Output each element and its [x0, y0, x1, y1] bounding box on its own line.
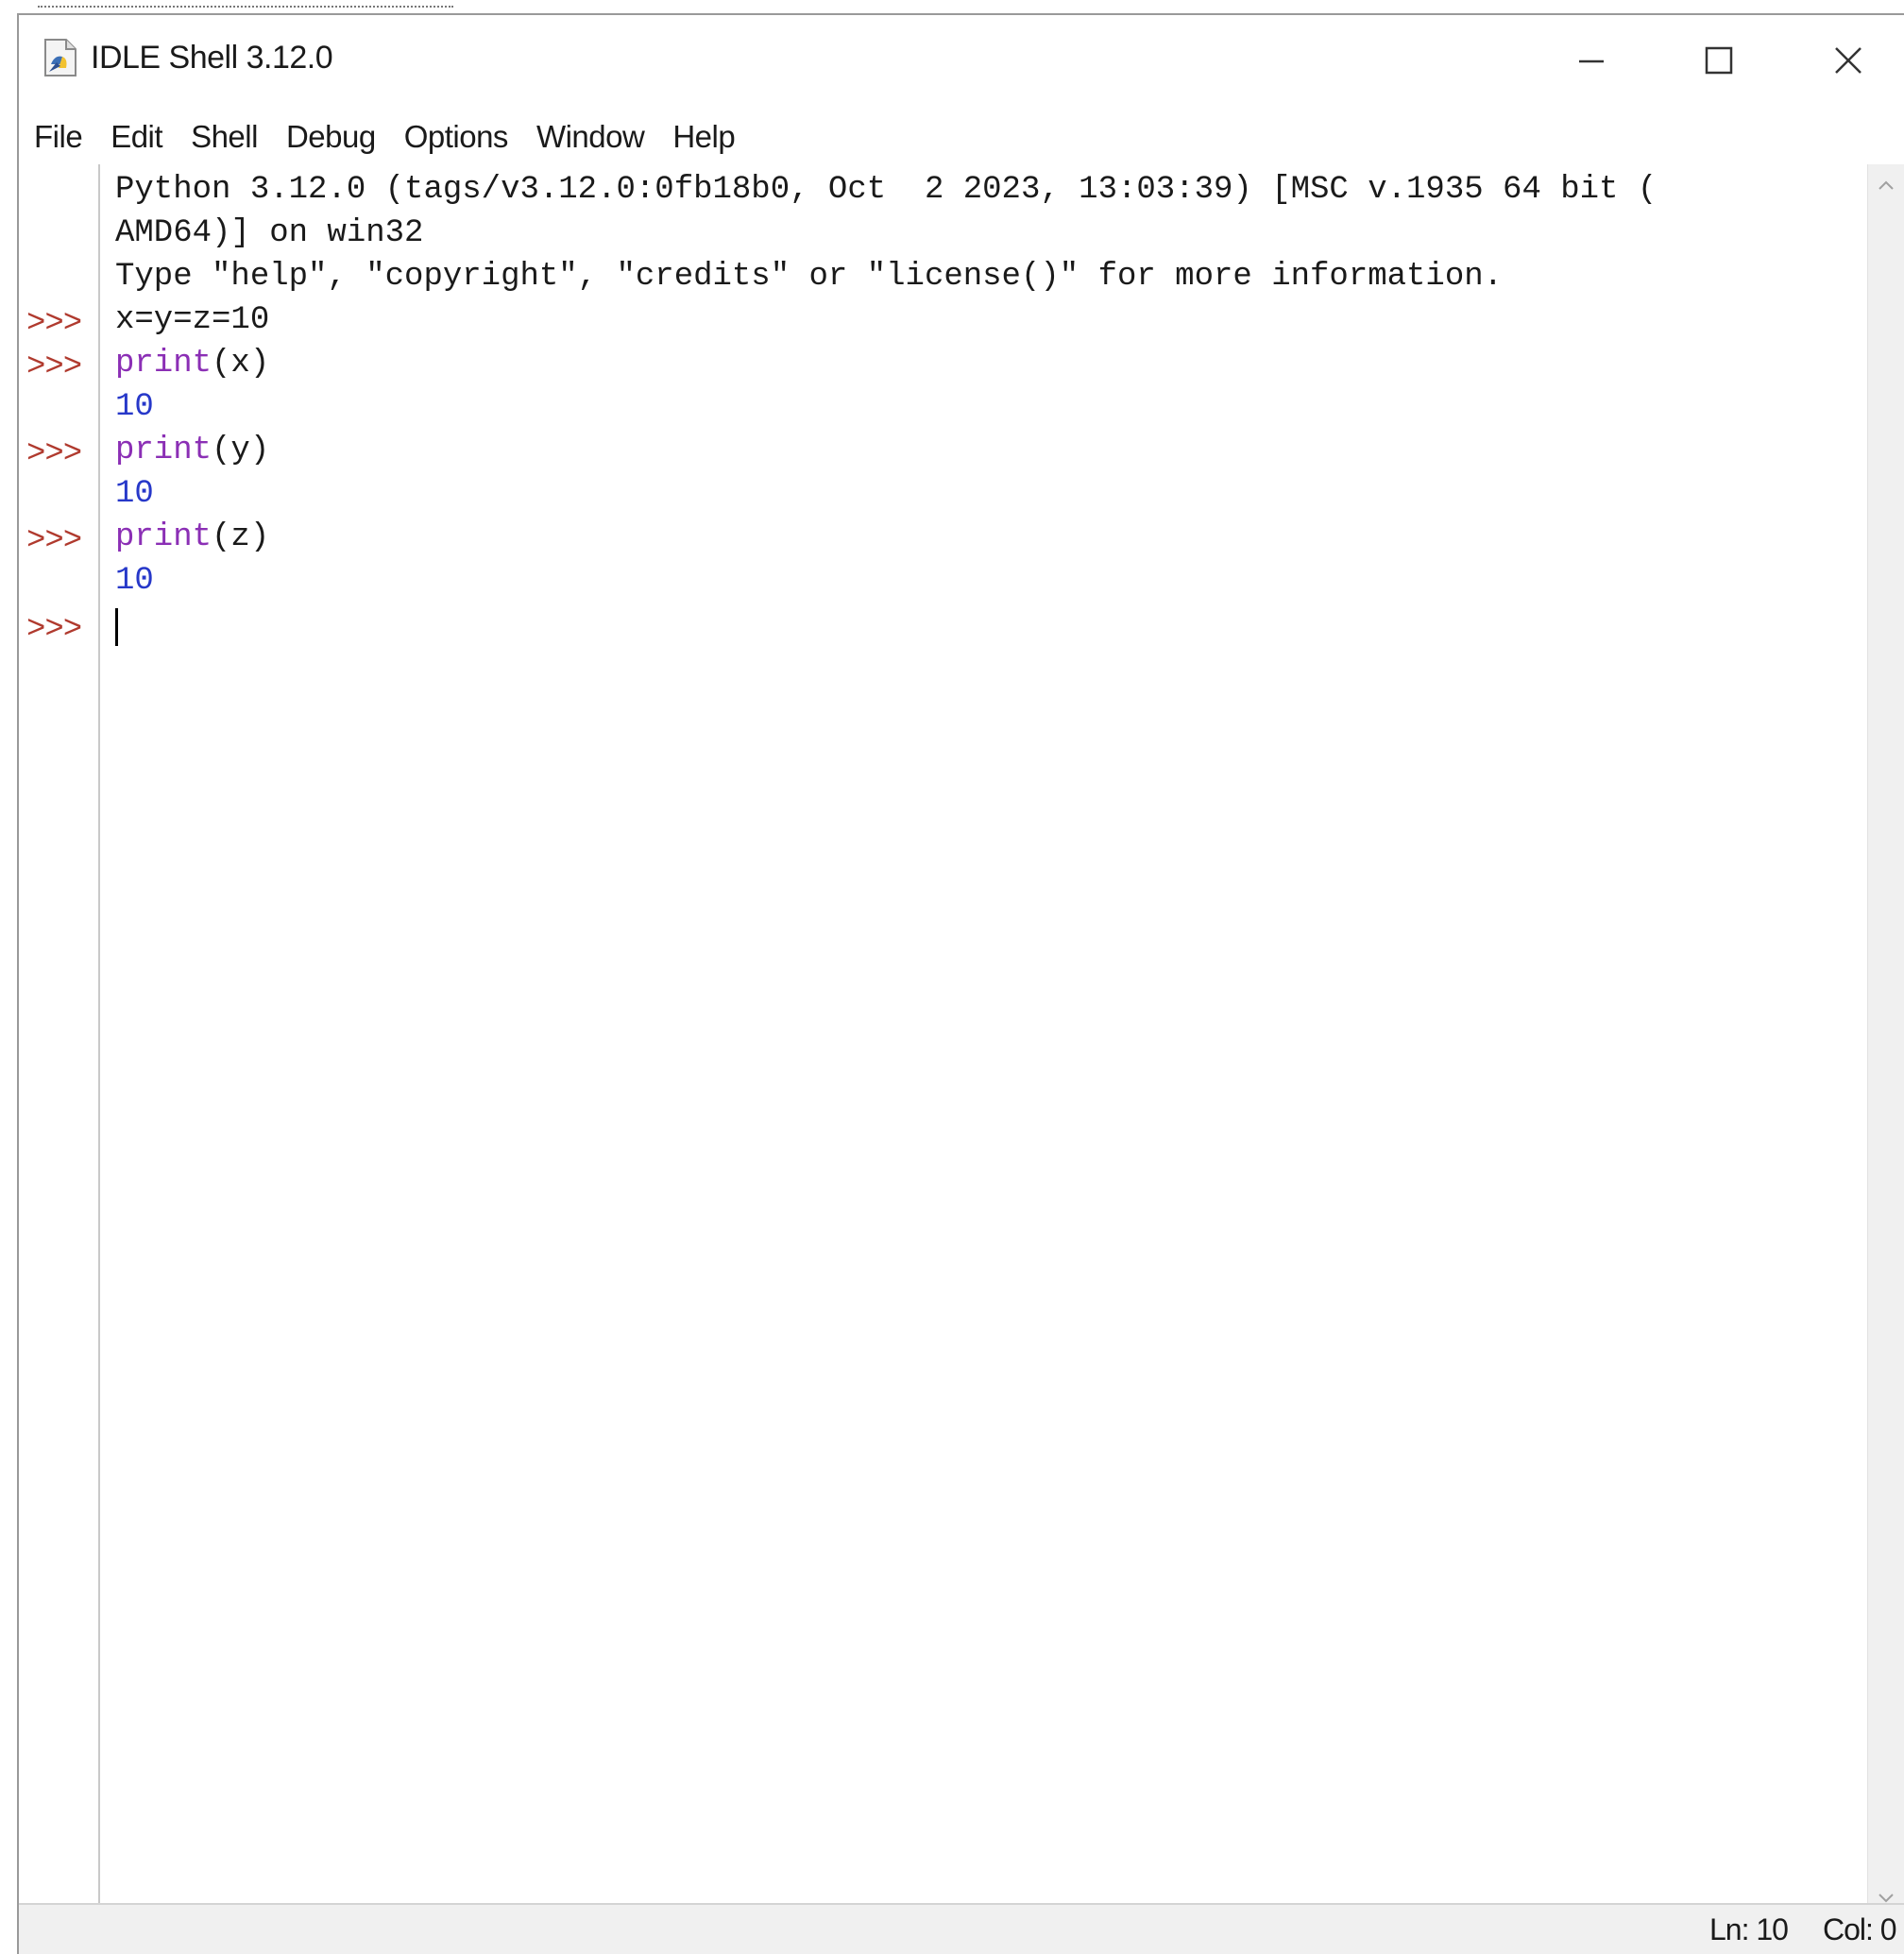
menu-help[interactable]: Help [658, 113, 749, 161]
menu-edit[interactable]: Edit [96, 113, 177, 161]
command-line: print(x) [115, 346, 269, 382]
scroll-up-icon[interactable] [1876, 176, 1896, 196]
prompt-marker: >>> [26, 523, 82, 559]
idle-shell-window: IDLE Shell 3.12.0 File Edit Shell Debug … [17, 13, 1904, 1954]
prompt-marker: >>> [26, 612, 82, 648]
banner-line: Python 3.12.0 (tags/v3.12.0:0fb18b0, Oct… [115, 172, 1658, 208]
window-title: IDLE Shell 3.12.0 [91, 40, 333, 76]
shell-area: >>> >>> >>> >>> >>> Python 3.12.0 (tags/… [19, 164, 1904, 1919]
menu-bar: File Edit Shell Debug Options Window Hel… [19, 113, 1904, 161]
menu-file[interactable]: File [19, 113, 96, 161]
keyword-print: print [115, 346, 212, 382]
maximize-icon [1704, 45, 1734, 80]
menu-window[interactable]: Window [522, 113, 658, 161]
menu-options[interactable]: Options [390, 113, 522, 161]
banner-line: Type "help", "copyright", "credits" or "… [115, 259, 1504, 295]
keyword-print: print [115, 519, 212, 555]
banner-line: AMD64)] on win32 [115, 215, 424, 251]
status-bar: Ln: 10 Col: 0 [19, 1903, 1904, 1954]
status-line-number: Ln: 10 [1709, 1912, 1789, 1946]
output-line: 10 [115, 476, 154, 512]
status-column-number: Col: 0 [1823, 1912, 1897, 1946]
close-button[interactable] [1796, 28, 1900, 96]
command-line: x=y=z=10 [115, 302, 270, 338]
title-bar[interactable]: IDLE Shell 3.12.0 [19, 15, 1904, 106]
menu-debug[interactable]: Debug [272, 113, 390, 161]
text-cursor [115, 608, 118, 646]
command-line: print(z) [115, 519, 269, 555]
vertical-scrollbar[interactable] [1867, 164, 1904, 1919]
python-idle-icon [40, 36, 81, 79]
minimize-icon [1577, 46, 1606, 79]
background-window-edge [38, 0, 453, 8]
output-line: 10 [115, 389, 154, 425]
call-args: (y) [212, 433, 270, 468]
command-line: print(y) [115, 433, 269, 468]
menu-shell[interactable]: Shell [177, 113, 272, 161]
call-args: (z) [212, 519, 270, 555]
prompt-marker: >>> [26, 349, 82, 385]
shell-text-area[interactable]: Python 3.12.0 (tags/v3.12.0:0fb18b0, Oct… [104, 164, 1870, 1919]
prompt-marker: >>> [26, 306, 82, 342]
keyword-print: print [115, 433, 212, 468]
close-icon [1833, 45, 1863, 80]
prompt-gutter: >>> >>> >>> >>> >>> [19, 164, 100, 1919]
maximize-button[interactable] [1667, 28, 1771, 96]
prompt-marker: >>> [26, 436, 82, 472]
output-line: 10 [115, 563, 154, 599]
minimize-button[interactable] [1539, 28, 1643, 96]
call-args: (x) [212, 346, 270, 382]
